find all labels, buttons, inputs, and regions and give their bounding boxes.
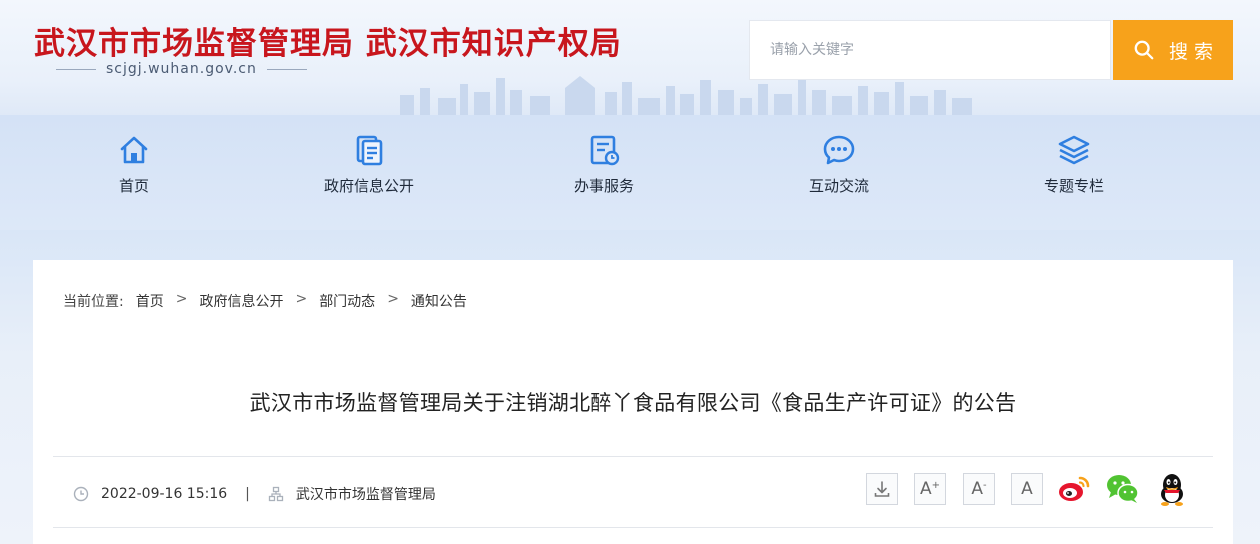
font-reset-label: A	[1021, 479, 1033, 499]
main-nav: 首页 政府信息公开 办事服务 互动交流 专题专栏	[0, 115, 1260, 230]
service-icon	[590, 135, 620, 166]
download-button[interactable]	[866, 473, 898, 505]
search-button-label: 搜 索	[1168, 40, 1214, 63]
clock-icon	[73, 486, 89, 502]
search-icon	[1134, 40, 1154, 60]
breadcrumb-separator: >	[295, 291, 308, 307]
meta-divider: |	[245, 486, 250, 502]
nav-item-gov-info[interactable]: 政府信息公开	[299, 133, 439, 196]
site-title: 武汉市市场监督管理局 武汉市知识产权局	[34, 26, 622, 62]
search-box	[749, 20, 1111, 80]
site-domain-row: scjgj.wuhan.gov.cn	[56, 61, 307, 77]
document-icon	[356, 135, 383, 166]
breadcrumb-link-dept-news[interactable]: 部门动态	[319, 291, 375, 311]
font-decrease-button[interactable]: A-	[963, 473, 995, 505]
search-input[interactable]	[750, 21, 1110, 79]
breadcrumb-lead: 当前位置:	[63, 294, 124, 310]
font-increase-label: A	[919, 479, 932, 499]
nav-item-topics[interactable]: 专题专栏	[1004, 133, 1144, 196]
article-source: 武汉市市场监督管理局	[295, 487, 436, 503]
site-domain: scjgj.wuhan.gov.cn	[106, 61, 257, 77]
font-increase-mark: +	[931, 479, 941, 491]
font-reset-button[interactable]: A	[1011, 473, 1043, 505]
font-increase-button[interactable]: A +	[914, 473, 946, 505]
article-meta: 2022-09-16 15:16 | 武汉市市场监督管理局	[73, 484, 436, 504]
home-icon	[120, 136, 148, 164]
nav-label-topics: 专题专栏	[1043, 177, 1104, 195]
qq-share-icon[interactable]	[1154, 471, 1190, 507]
organization-icon	[268, 486, 284, 502]
breadcrumb: 当前位置: 首页 > 政府信息公开 > 部门动态 > 通知公告	[63, 291, 467, 311]
breadcrumb-separator: >	[175, 291, 188, 307]
article-title: 武汉市市场监督管理局关于注销湖北醉丫食品有限公司《食品生产许可证》的公告	[249, 391, 1017, 415]
chat-icon	[823, 135, 855, 165]
nav-label-services: 办事服务	[573, 177, 634, 195]
nav-item-interaction[interactable]: 互动交流	[769, 133, 909, 196]
article-card: 当前位置: 首页 > 政府信息公开 > 部门动态 > 通知公告 武汉市市场监督管…	[33, 260, 1233, 544]
search-button[interactable]: 搜 索	[1113, 20, 1233, 80]
nav-label-interaction: 互动交流	[808, 177, 869, 195]
breadcrumb-link-home[interactable]: 首页	[136, 291, 164, 311]
font-decrease-label: A	[971, 479, 984, 499]
breadcrumb-link-notices[interactable]: 通知公告	[411, 291, 467, 311]
weibo-share-icon[interactable]	[1056, 471, 1092, 507]
nav-label-home: 首页	[118, 177, 149, 195]
nav-item-home[interactable]: 首页	[64, 133, 204, 196]
site-header: 武汉市市场监督管理局 武汉市知识产权局 scjgj.wuhan.gov.cn 搜…	[0, 0, 1260, 115]
nav-label-gov-info: 政府信息公开	[323, 177, 414, 195]
article-meta-bar: 2022-09-16 15:16 | 武汉市市场监督管理局 A + A- A	[53, 456, 1213, 528]
divider	[266, 68, 307, 70]
divider	[56, 68, 96, 70]
font-decrease-mark: -	[983, 479, 987, 491]
breadcrumb-separator: >	[387, 291, 399, 307]
publish-date: 2022-09-16 15:16	[101, 486, 228, 502]
nav-item-services[interactable]: 办事服务	[534, 133, 674, 196]
breadcrumb-link-gov-info[interactable]: 政府信息公开	[199, 291, 283, 311]
download-icon	[874, 481, 890, 497]
layers-icon	[1058, 135, 1090, 165]
wechat-share-icon[interactable]	[1105, 471, 1141, 507]
